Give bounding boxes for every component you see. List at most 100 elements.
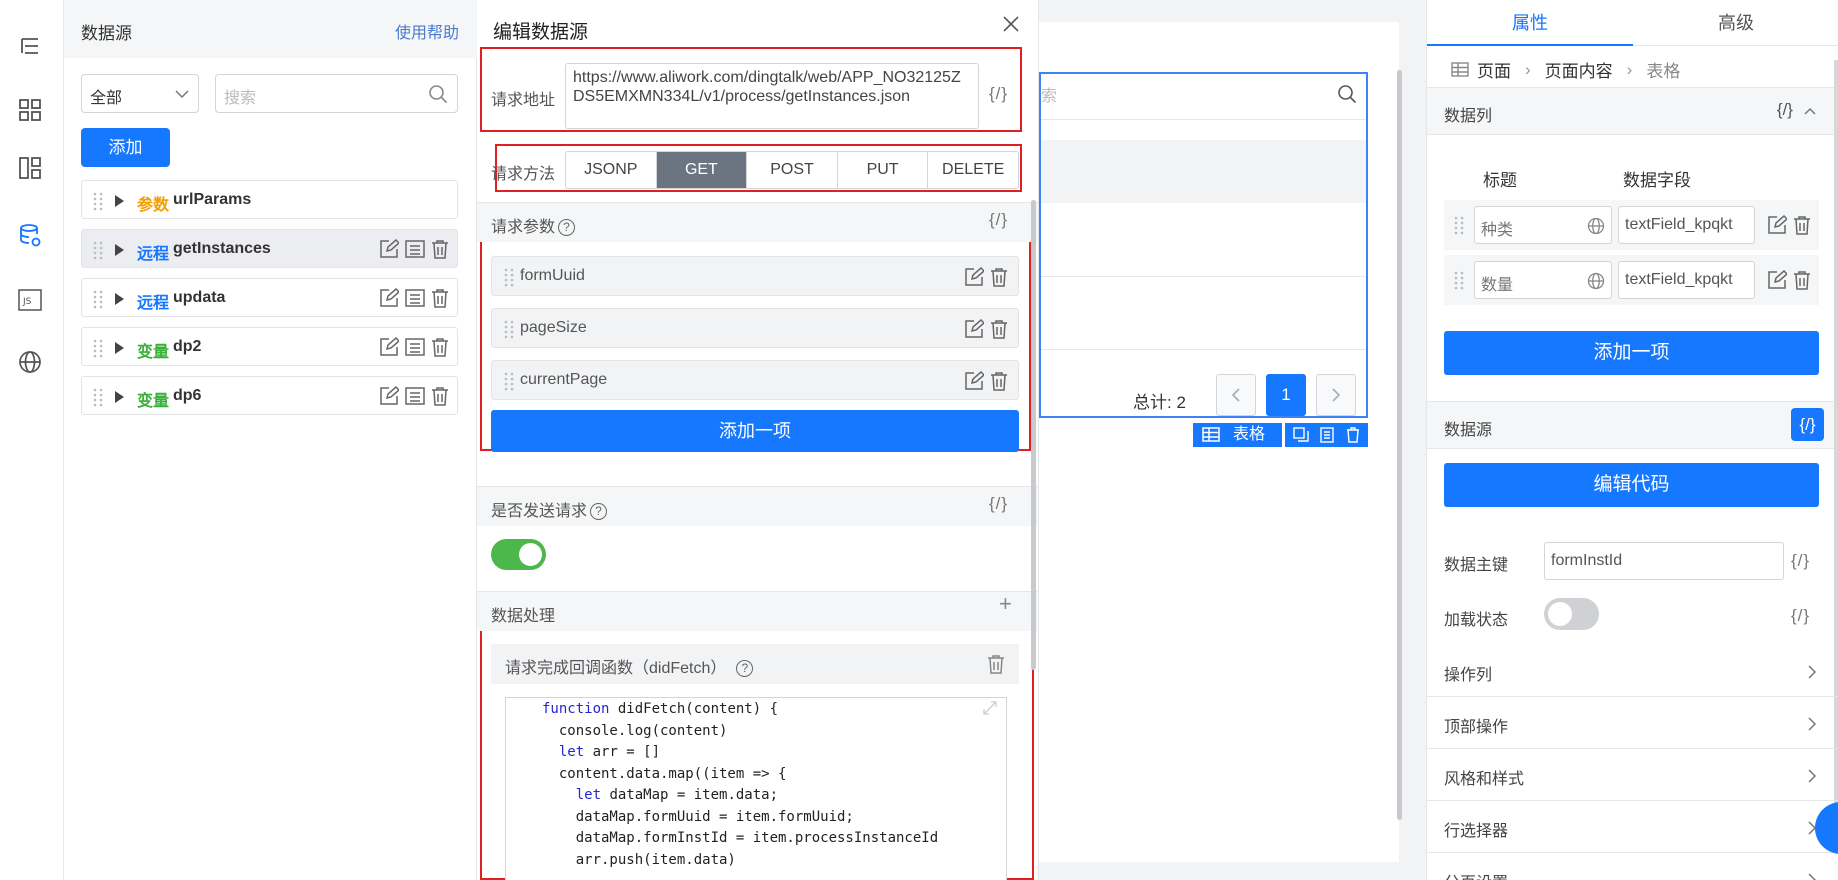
- trash-icon[interactable]: [990, 371, 1008, 391]
- copy-icon[interactable]: [1293, 427, 1309, 443]
- edit-icon[interactable]: [964, 319, 984, 339]
- drag-handle-icon[interactable]: [504, 319, 514, 339]
- close-icon[interactable]: [1002, 15, 1020, 33]
- loading-toggle[interactable]: [1544, 598, 1599, 630]
- property-group-row[interactable]: 风格和样式: [1427, 749, 1838, 801]
- search-icon[interactable]: [428, 84, 448, 104]
- columns-code-toggle[interactable]: {/}: [1777, 100, 1793, 120]
- code-editor[interactable]: function didFetch(content) { console.log…: [505, 697, 1007, 880]
- drag-handle-icon[interactable]: [93, 191, 103, 211]
- edit-code-button[interactable]: 编辑代码: [1444, 463, 1819, 507]
- primary-key-code-toggle[interactable]: {/}: [1791, 551, 1810, 571]
- search-icon[interactable]: [1337, 84, 1357, 104]
- edit-icon[interactable]: [964, 371, 984, 391]
- url-code-toggle[interactable]: {/}: [989, 84, 1008, 104]
- property-group-row[interactable]: 操作列: [1427, 645, 1838, 697]
- drag-handle-icon[interactable]: [93, 289, 103, 309]
- expand-icon[interactable]: [982, 700, 998, 716]
- trash-icon[interactable]: [1793, 270, 1811, 290]
- columns-section-header[interactable]: 数据列 {/}: [1427, 87, 1838, 135]
- components-grid-icon[interactable]: [14, 94, 46, 126]
- datasource-code-toggle[interactable]: {/}: [1791, 408, 1824, 441]
- trash-icon[interactable]: [987, 654, 1005, 674]
- trash-icon[interactable]: [431, 288, 449, 308]
- drag-handle-icon[interactable]: [93, 338, 103, 358]
- primary-key-input[interactable]: formInstId: [1544, 542, 1784, 580]
- request-url-input[interactable]: https://www.aliwork.com/dingtalk/web/APP…: [565, 63, 979, 129]
- detail-icon[interactable]: [405, 288, 425, 308]
- expand-triangle-icon[interactable]: [115, 195, 124, 207]
- add-handler-icon[interactable]: +: [999, 591, 1012, 617]
- edit-icon[interactable]: [379, 288, 399, 308]
- property-group-row[interactable]: 顶部操作: [1427, 697, 1838, 749]
- tab-properties[interactable]: 属性: [1427, 0, 1633, 46]
- param-row[interactable]: pageSize: [491, 308, 1019, 348]
- detail-icon[interactable]: [405, 337, 425, 357]
- param-row[interactable]: formUuid: [491, 256, 1019, 296]
- selected-component-tag[interactable]: 表格: [1193, 423, 1282, 447]
- loading-code-toggle[interactable]: {/}: [1791, 606, 1810, 626]
- datasource-item[interactable]: 变量 dp2: [81, 327, 458, 366]
- edit-icon[interactable]: [379, 337, 399, 357]
- drag-handle-icon[interactable]: [504, 371, 514, 391]
- help-icon[interactable]: ?: [590, 503, 608, 520]
- column-row[interactable]: 种类 textField_kpqkt: [1444, 200, 1819, 250]
- column-title-input[interactable]: 数量: [1474, 261, 1612, 299]
- method-option-post[interactable]: POST: [747, 152, 838, 188]
- add-param-button[interactable]: 添加一项: [491, 410, 1019, 452]
- datasource-type-select[interactable]: 全部: [81, 74, 199, 113]
- globe-icon[interactable]: [1587, 217, 1605, 235]
- page-number-button[interactable]: 1: [1266, 374, 1306, 416]
- method-option-jsonp[interactable]: JSONP: [566, 152, 657, 188]
- expand-triangle-icon[interactable]: [115, 293, 124, 305]
- help-icon[interactable]: ?: [736, 660, 754, 677]
- edit-icon[interactable]: [379, 386, 399, 406]
- column-field-input[interactable]: textField_kpqkt: [1618, 206, 1755, 244]
- globe-icon[interactable]: [14, 346, 46, 378]
- edit-icon[interactable]: [379, 239, 399, 259]
- trash-icon[interactable]: [1793, 215, 1811, 235]
- edit-icon[interactable]: [1767, 270, 1787, 290]
- method-option-get[interactable]: GET: [656, 152, 748, 188]
- method-option-put[interactable]: PUT: [838, 152, 929, 188]
- layout-icon[interactable]: [14, 152, 46, 184]
- canvas-scrollbar[interactable]: [1397, 70, 1402, 820]
- drag-handle-icon[interactable]: [93, 240, 103, 260]
- breadcrumb-content[interactable]: 页面内容: [1545, 57, 1613, 82]
- datasource-database-icon[interactable]: [14, 220, 46, 252]
- property-group-row[interactable]: 行选择器: [1427, 801, 1838, 853]
- globe-icon[interactable]: [1587, 272, 1605, 290]
- js-code-icon[interactable]: JS: [14, 284, 46, 316]
- send-request-toggle[interactable]: [491, 539, 546, 570]
- trash-icon[interactable]: [431, 337, 449, 357]
- dialog-scrollbar[interactable]: [1031, 200, 1036, 670]
- column-row[interactable]: 数量 textField_kpqkt: [1444, 255, 1819, 305]
- detail-icon[interactable]: [405, 386, 425, 406]
- next-page-button[interactable]: [1316, 374, 1356, 416]
- send-code-toggle[interactable]: {/}: [989, 494, 1008, 514]
- trash-icon[interactable]: [431, 239, 449, 259]
- expand-triangle-icon[interactable]: [115, 342, 124, 354]
- drag-handle-icon[interactable]: [93, 387, 103, 407]
- table-component[interactable]: 索 总计: 2 1: [1039, 72, 1368, 418]
- chevron-up-icon[interactable]: [1803, 104, 1817, 118]
- datasource-item[interactable]: 远程 getInstances: [81, 229, 458, 268]
- drag-handle-icon[interactable]: [504, 267, 514, 287]
- column-title-input[interactable]: 种类: [1474, 206, 1612, 244]
- property-group-row[interactable]: 分页设置: [1427, 853, 1838, 880]
- drag-handle-icon[interactable]: [1454, 215, 1464, 235]
- edit-icon[interactable]: [1767, 215, 1787, 235]
- clipboard-icon[interactable]: [1319, 427, 1335, 443]
- trash-icon[interactable]: [990, 267, 1008, 287]
- datasource-item[interactable]: 远程 updata: [81, 278, 458, 317]
- add-datasource-button[interactable]: 添加: [81, 128, 170, 167]
- drag-handle-icon[interactable]: [1454, 270, 1464, 290]
- column-field-input[interactable]: textField_kpqkt: [1618, 261, 1755, 299]
- edit-icon[interactable]: [964, 267, 984, 287]
- params-code-toggle[interactable]: {/}: [989, 210, 1008, 230]
- trash-icon[interactable]: [1346, 427, 1360, 443]
- prev-page-button[interactable]: [1216, 374, 1256, 416]
- trash-icon[interactable]: [990, 319, 1008, 339]
- trash-icon[interactable]: [431, 386, 449, 406]
- method-option-delete[interactable]: DELETE: [928, 152, 1018, 188]
